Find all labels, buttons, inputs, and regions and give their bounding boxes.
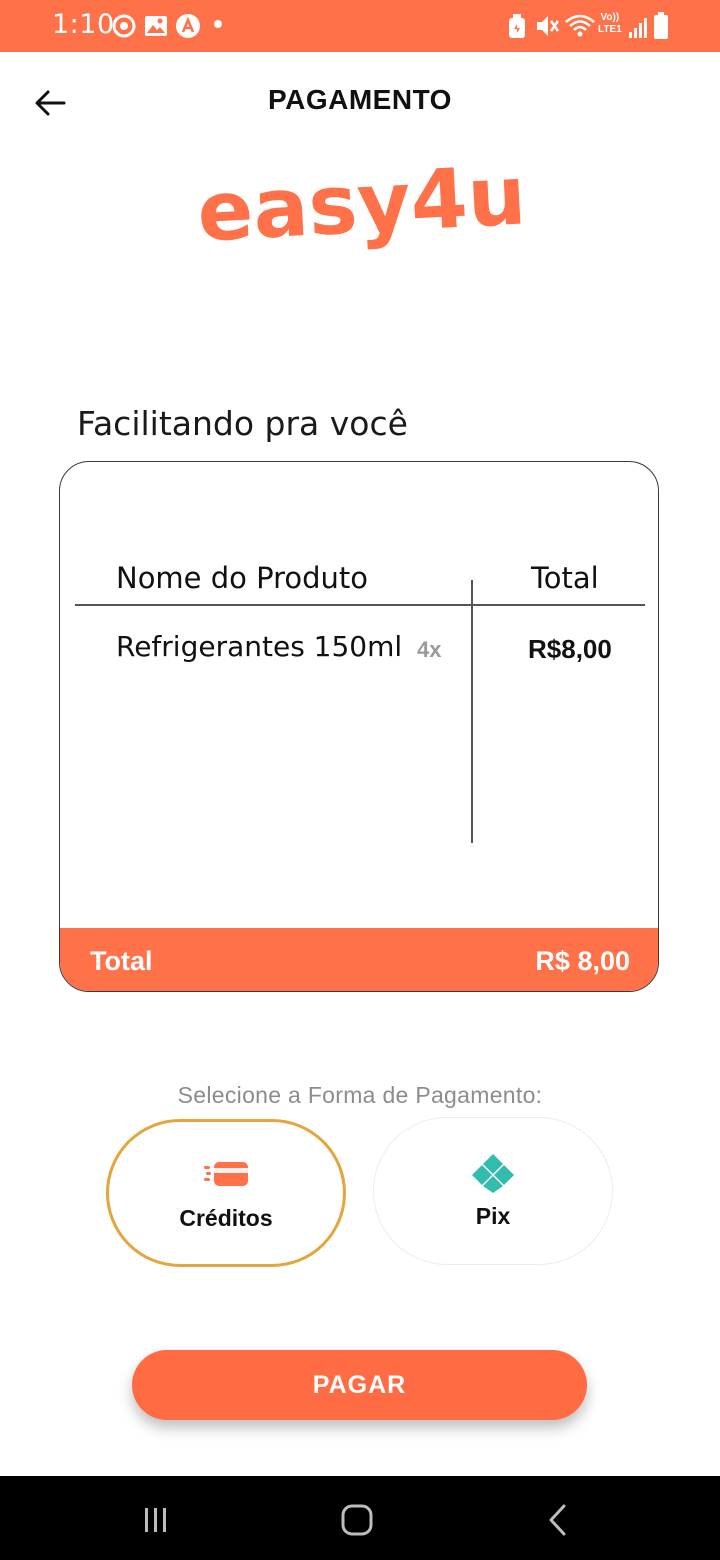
section-title: Facilitando pra você xyxy=(77,404,408,443)
status-bar: 1:10 Vo)) LTE1 xyxy=(0,0,720,52)
wifi-icon xyxy=(565,14,595,37)
payment-option-credits[interactable]: Créditos xyxy=(106,1119,346,1267)
header-divider xyxy=(75,604,645,606)
app-icon xyxy=(176,14,200,38)
battery-icon xyxy=(654,12,668,39)
product-name: Refrigerantes 150ml xyxy=(116,630,403,663)
system-back-button[interactable] xyxy=(538,1500,578,1540)
mute-icon xyxy=(537,16,560,36)
pay-button[interactable]: PAGAR xyxy=(132,1350,587,1420)
gallery-icon xyxy=(145,16,167,36)
payment-option-credits-label: Créditos xyxy=(179,1204,273,1231)
column-header-total: Total xyxy=(531,561,599,595)
column-header-name: Nome do Produto xyxy=(116,561,369,595)
credit-card-icon xyxy=(204,1161,248,1186)
payment-option-pix[interactable]: Pix xyxy=(373,1117,613,1265)
total-value: R$ 8,00 xyxy=(535,946,630,976)
volte-icon: Vo)) LTE1 xyxy=(598,12,622,35)
product-quantity: 4x xyxy=(417,637,442,662)
total-bar: Total R$ 8,00 xyxy=(60,928,658,991)
recent-apps-icon xyxy=(145,1508,166,1532)
home-icon xyxy=(341,1504,373,1536)
back-icon xyxy=(549,1504,566,1536)
dot-icon xyxy=(214,20,222,28)
page-title: PAGAMENTO xyxy=(268,84,452,115)
order-card: Nome do Produto Total Refrigerantes 150m… xyxy=(59,461,659,992)
home-button[interactable] xyxy=(337,1500,377,1540)
recent-apps-button[interactable] xyxy=(136,1500,176,1540)
column-divider xyxy=(471,580,473,843)
logo: easy4u xyxy=(195,150,528,261)
navigation-bar xyxy=(0,1476,720,1560)
product-total: R$8,00 xyxy=(528,634,612,664)
pix-icon xyxy=(472,1153,514,1193)
battery-saver-icon xyxy=(509,14,525,38)
payment-option-pix-label: Pix xyxy=(475,1202,511,1229)
notification-icon xyxy=(112,14,136,38)
payment-prompt: Selecione a Forma de Pagamento: xyxy=(177,1082,543,1108)
total-label: Total xyxy=(90,946,153,976)
logo-text: easy4u xyxy=(195,150,528,261)
status-time: 1:10 xyxy=(52,9,115,40)
signal-icon xyxy=(629,18,647,38)
